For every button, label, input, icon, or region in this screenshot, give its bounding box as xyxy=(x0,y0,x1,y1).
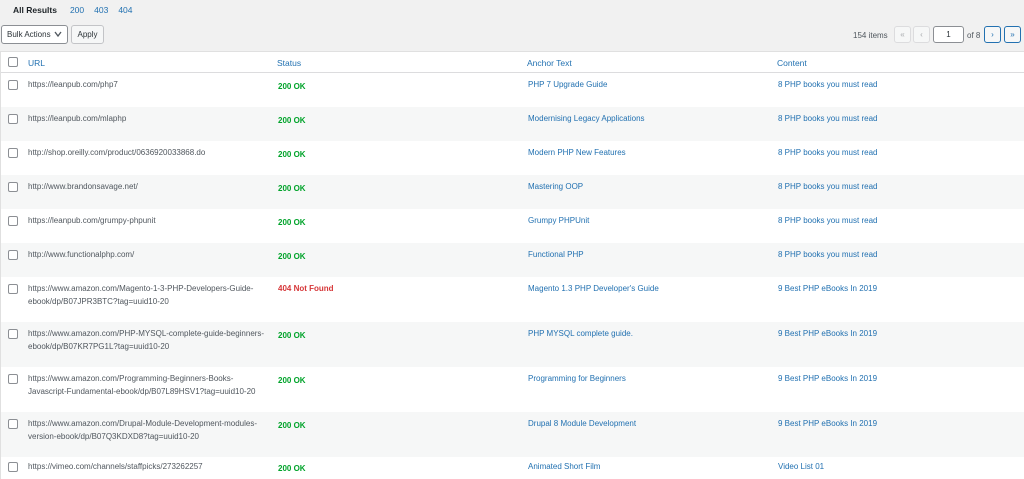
row-status: 200 OK xyxy=(278,464,306,473)
column-anchor-text[interactable]: Anchor Text xyxy=(527,58,572,68)
row-url: http://shop.oreilly.com/product/06369200… xyxy=(28,148,206,157)
row-anchor-text[interactable]: Functional PHP xyxy=(528,248,584,261)
table-row: https://leanpub.com/grumpy-phpunit 200 O… xyxy=(1,209,1024,243)
row-status: 404 Not Found xyxy=(278,284,334,293)
column-url[interactable]: URL xyxy=(28,58,45,68)
results-table: URL Status Anchor Text Content https://l… xyxy=(0,51,1024,479)
row-content-link[interactable]: 8 PHP books you must read xyxy=(778,78,877,91)
next-page-button[interactable]: › xyxy=(984,26,1001,43)
apply-button[interactable]: Apply xyxy=(71,25,104,44)
row-status: 200 OK xyxy=(278,376,306,385)
row-url: https://www.amazon.com/Programming-Begin… xyxy=(28,374,256,396)
table-row: https://www.amazon.com/PHP-MYSQL-complet… xyxy=(1,322,1024,367)
current-page-input[interactable]: 1 xyxy=(933,26,964,43)
chevron-down-icon xyxy=(54,31,62,38)
row-checkbox[interactable] xyxy=(8,148,18,158)
row-checkbox[interactable] xyxy=(8,462,18,472)
row-anchor-text[interactable]: Drupal 8 Module Development xyxy=(528,417,636,430)
select-all-checkbox[interactable] xyxy=(8,57,18,67)
row-checkbox[interactable] xyxy=(8,182,18,192)
filter-403[interactable]: 403 xyxy=(94,5,108,15)
row-status: 200 OK xyxy=(278,331,306,340)
table-row: https://leanpub.com/mlaphp 200 OK Modern… xyxy=(1,107,1024,141)
row-status: 200 OK xyxy=(278,116,306,125)
last-page-button[interactable]: » xyxy=(1004,26,1021,43)
row-checkbox[interactable] xyxy=(8,250,18,260)
row-content-link[interactable]: 8 PHP books you must read xyxy=(778,180,877,193)
status-filter-bar: All Results 200 403 404 xyxy=(0,0,1024,20)
row-url: http://www.brandonsavage.net/ xyxy=(28,182,138,191)
row-content-link[interactable]: 8 PHP books you must read xyxy=(778,248,877,261)
row-checkbox[interactable] xyxy=(8,284,18,294)
table-row: https://www.amazon.com/Drupal-Module-Dev… xyxy=(1,412,1024,457)
row-url: https://www.amazon.com/Drupal-Module-Dev… xyxy=(28,419,257,441)
row-anchor-text[interactable]: Grumpy PHPUnit xyxy=(528,214,589,227)
row-content-link[interactable]: 8 PHP books you must read xyxy=(778,112,877,125)
row-status: 200 OK xyxy=(278,218,306,227)
table-row: http://www.brandonsavage.net/ 200 OK Mas… xyxy=(1,175,1024,209)
row-url: http://www.functionalphp.com/ xyxy=(28,250,135,259)
row-content-link[interactable]: 9 Best PHP eBooks In 2019 xyxy=(778,417,877,430)
row-content-link[interactable]: 9 Best PHP eBooks In 2019 xyxy=(778,282,877,295)
row-url: https://leanpub.com/grumpy-phpunit xyxy=(28,216,156,225)
row-anchor-text[interactable]: Modernising Legacy Applications xyxy=(528,112,645,125)
row-content-link[interactable]: 9 Best PHP eBooks In 2019 xyxy=(778,372,877,385)
row-checkbox[interactable] xyxy=(8,374,18,384)
row-anchor-text[interactable]: Mastering OOP xyxy=(528,180,583,193)
row-anchor-text[interactable]: Animated Short Film xyxy=(528,460,600,473)
table-row: https://leanpub.com/php7 200 OK PHP 7 Up… xyxy=(1,73,1024,107)
table-row: http://www.functionalphp.com/ 200 OK Fun… xyxy=(1,243,1024,277)
row-anchor-text[interactable]: PHP 7 Upgrade Guide xyxy=(528,78,607,91)
row-anchor-text[interactable]: Modern PHP New Features xyxy=(528,146,626,159)
first-page-button[interactable]: « xyxy=(894,26,911,43)
table-row: https://vimeo.com/channels/staffpicks/27… xyxy=(1,457,1024,479)
table-row: https://www.amazon.com/Magento-1-3-PHP-D… xyxy=(1,277,1024,322)
row-status: 200 OK xyxy=(278,82,306,91)
row-status: 200 OK xyxy=(278,150,306,159)
table-row: https://www.amazon.com/Programming-Begin… xyxy=(1,367,1024,412)
row-checkbox[interactable] xyxy=(8,329,18,339)
row-content-link[interactable]: Video List 01 xyxy=(778,460,824,473)
bulk-actions-select[interactable]: Bulk Actions xyxy=(1,25,68,44)
row-content-link[interactable]: 8 PHP books you must read xyxy=(778,214,877,227)
row-status: 200 OK xyxy=(278,184,306,193)
row-checkbox[interactable] xyxy=(8,80,18,90)
row-status: 200 OK xyxy=(278,252,306,261)
table-header: URL Status Anchor Text Content xyxy=(1,52,1024,73)
row-url: https://www.amazon.com/Magento-1-3-PHP-D… xyxy=(28,284,254,306)
row-anchor-text[interactable]: Programming for Beginners xyxy=(528,372,626,385)
row-checkbox[interactable] xyxy=(8,216,18,226)
column-status[interactable]: Status xyxy=(277,58,301,68)
row-url: https://vimeo.com/channels/staffpicks/27… xyxy=(28,462,203,471)
filter-all-results[interactable]: All Results xyxy=(13,5,57,15)
row-checkbox[interactable] xyxy=(8,419,18,429)
row-status: 200 OK xyxy=(278,421,306,430)
column-content[interactable]: Content xyxy=(777,58,807,68)
table-row: http://shop.oreilly.com/product/06369200… xyxy=(1,141,1024,175)
row-anchor-text[interactable]: PHP MYSQL complete guide. xyxy=(528,327,633,340)
row-content-link[interactable]: 9 Best PHP eBooks In 2019 xyxy=(778,327,877,340)
row-url: https://leanpub.com/mlaphp xyxy=(28,114,127,123)
row-url: https://leanpub.com/php7 xyxy=(28,80,118,89)
row-content-link[interactable]: 8 PHP books you must read xyxy=(778,146,877,159)
bulk-actions-label: Bulk Actions xyxy=(7,30,51,39)
row-anchor-text[interactable]: Magento 1.3 PHP Developer's Guide xyxy=(528,282,659,295)
row-url: https://www.amazon.com/PHP-MYSQL-complet… xyxy=(28,329,265,351)
prev-page-button[interactable]: ‹ xyxy=(913,26,930,43)
filter-404[interactable]: 404 xyxy=(118,5,132,15)
table-nav-top: Bulk Actions Apply 154 items « ‹ 1 of 8 … xyxy=(0,24,1024,46)
total-pages: of 8 xyxy=(967,31,981,40)
row-checkbox[interactable] xyxy=(8,114,18,124)
filter-200[interactable]: 200 xyxy=(70,5,84,15)
items-count: 154 items xyxy=(853,31,888,40)
